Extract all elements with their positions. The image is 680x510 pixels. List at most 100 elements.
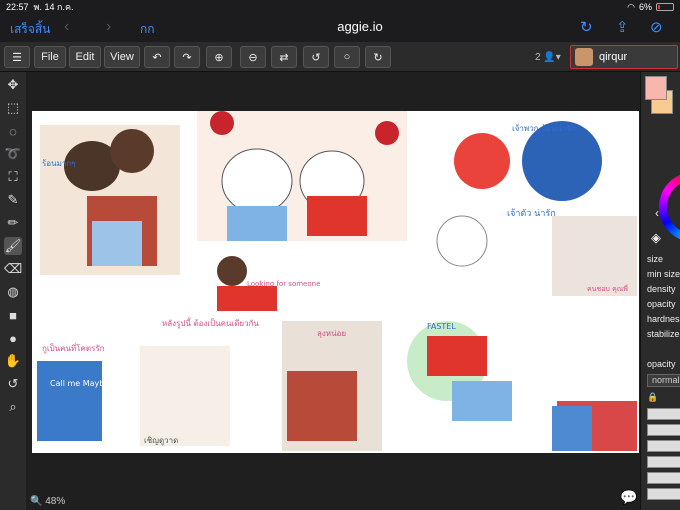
rose [375,121,399,145]
small-figure [217,256,247,286]
username: qirqur [599,51,628,63]
users-icon: 👤▾ [543,52,561,63]
annotation-text: กูเป็นคนที่โคตรรัก [42,342,105,354]
reload-icon[interactable]: ↻ [580,18,593,36]
reset-rotation-button[interactable]: ○ [334,46,360,68]
time-text: 22:57 [6,2,29,12]
annotation-text: ร้อนมากๆ [42,159,75,168]
user-badge[interactable]: qirqur [570,45,678,69]
avatar [575,48,593,66]
right-panel: ‹ ◈ size min size density opacity hardne… [640,72,680,510]
back-arrow-icon[interactable]: ‹ [64,18,69,36]
rectangle-icon[interactable]: ■ [4,306,22,324]
eraser-mode-icon[interactable]: ◈ [651,230,661,246]
brush-icon[interactable]: 🖌 [4,237,22,255]
annotation-text: ลุงหน่อย [317,329,346,338]
flip-button[interactable]: ⇄ [271,46,297,68]
eraser-icon[interactable]: ⌫ [4,260,22,278]
artwork: ร้อนมากๆ เจ้าพวก ก้อนน่ารัก Looking for … [37,111,637,451]
undo-icon: ↶ [152,51,162,64]
forward-arrow-icon[interactable]: › [106,18,111,36]
artwork-panel [140,346,230,446]
rotate-icon[interactable]: ↺ [4,375,22,393]
layer-thumbnail[interactable] [647,424,680,436]
lasso-icon[interactable]: ➰ [4,145,22,163]
zoom-in-icon: ⊕ [214,51,224,64]
fill-icon[interactable]: ◍ [4,283,22,301]
battery-percent: 6% [638,2,652,12]
edit-menu[interactable]: Edit [69,46,101,68]
color-wheel[interactable] [659,172,680,242]
annotation-text: เจ้าพวก ก้อนน่ารัก [512,124,575,133]
redo-icon: ↷ [182,51,192,64]
rotate-left-icon: ↺ [311,51,321,64]
url-title[interactable]: aggie.io [300,19,420,34]
ellipse-icon[interactable]: ● [4,329,22,347]
annotation-text: Looking for someone [247,280,320,288]
tool-palette: ✥ ⬚ ◌ ➰ ⛶ ✎ ✏ 🖌 ⌫ ◍ ■ ● ✋ ↺ ⌕ [0,72,26,510]
character-shirt [552,406,592,451]
rotate-right-icon: ↻ [373,51,383,64]
chibi-head [221,148,293,214]
ios-status-bar: 22:57 พ. 14 ก.ค. ◠ 6% [0,0,680,14]
app-toolbar: ☰ File Edit View ↶ ↷ ⊕ ⊖ ⇄ ↺ ○ ↻ 2 👤▾ qi… [0,42,680,72]
select-ellipse-icon[interactable]: ◌ [4,122,22,140]
layer-thumbnail[interactable] [647,456,680,468]
compass-icon[interactable]: ⊘ [650,18,663,36]
density-label: density [647,284,676,294]
select-rect-icon[interactable]: ⬚ [4,99,22,117]
annotation-text: หลังรูปนี้ ต้องเป็นคนเดียวกัน [162,317,259,329]
browser-navbar: เสร็จสิ้น ‹ › กก aggie.io ↻ ⇪ ⊘ [0,14,680,42]
undo-button[interactable]: ↶ [144,46,170,68]
zoom-value: 48% [45,496,66,507]
artwork-panel [552,216,637,296]
user-count-value: 2 [535,52,541,63]
annotation-text: เจ้าตัว น่ารัก [507,208,556,219]
hamburger-icon: ☰ [12,51,22,64]
layer-thumbnail[interactable] [647,472,680,484]
file-menu[interactable]: File [34,46,66,68]
blend-mode-select[interactable]: normal [647,374,680,387]
layer-thumbnail[interactable] [647,440,680,452]
zoom-magnifier-icon: 🔍 [30,496,43,507]
zoom-in-button[interactable]: ⊕ [206,46,232,68]
move-icon[interactable]: ✥ [4,76,22,94]
opacity-label: opacity [647,299,676,309]
redo-button[interactable]: ↷ [174,46,200,68]
flip-icon: ⇄ [279,51,289,64]
character-hair [110,129,154,173]
eyedropper-icon[interactable]: ✎ [4,191,22,209]
layer-thumbnail[interactable] [647,488,680,500]
rotate-right-button[interactable]: ↻ [365,46,391,68]
zoom-icon[interactable]: ⌕ [4,398,22,416]
rose [210,111,234,135]
pencil-icon[interactable]: ✏ [4,214,22,232]
character-shirt [92,221,142,266]
zoom-out-button[interactable]: ⊖ [240,46,266,68]
wifi-icon: ◠ [627,1,635,12]
done-button[interactable]: เสร็จสิ้น [10,20,50,39]
annotation-text: เชิญดูวาด [144,436,178,446]
primary-color-swatch[interactable] [645,76,667,100]
chibi-shirt [227,206,287,241]
zoom-indicator[interactable]: 🔍 48% [30,496,65,507]
lock-icon[interactable]: 🔒 [647,392,658,403]
view-menu[interactable]: View [104,46,140,68]
user-count[interactable]: 2 👤▾ [535,52,561,63]
transform-icon[interactable]: ⛶ [4,168,22,186]
hardness-label: hardness [647,314,680,324]
rotate-left-button[interactable]: ↺ [303,46,329,68]
chat-icon[interactable]: 💬 [620,489,637,506]
text-size-button[interactable]: กก [140,20,155,39]
menu-button[interactable]: ☰ [4,46,30,68]
layer-opacity-label: opacity [647,359,676,369]
blue-circle-bg [522,121,602,201]
circle-icon: ○ [343,51,351,63]
drawing-canvas[interactable]: ร้อนมากๆ เจ้าพวก ก้อนน่ารัก Looking for … [32,111,639,453]
status-right: ◠ 6% [627,2,674,13]
collapse-arrow-icon[interactable]: ‹ [655,206,659,220]
status-time: 22:57 พ. 14 ก.ค. [6,0,73,14]
layer-thumbnail[interactable] [647,408,680,420]
share-icon[interactable]: ⇪ [616,18,629,36]
hand-icon[interactable]: ✋ [4,352,22,370]
